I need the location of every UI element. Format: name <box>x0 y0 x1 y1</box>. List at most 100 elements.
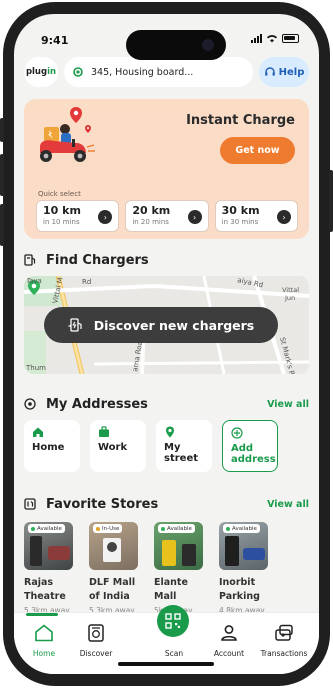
nav-label: Scan <box>164 649 184 658</box>
section-header: Find Chargers <box>24 250 309 270</box>
my-addresses-section: My Addresses View all <box>24 394 309 414</box>
badge-text: Available <box>232 525 257 532</box>
dynamic-island <box>126 30 226 60</box>
plugin-logo[interactable]: plug in <box>24 57 58 87</box>
favorite-stores-section: Favorite Stores View all <box>24 494 309 514</box>
view-all-addresses-link[interactable]: View all <box>267 399 309 410</box>
location-text: 345, Housing board... <box>91 66 194 78</box>
store-name: DLF Mall of India <box>89 577 136 602</box>
store-name: Rajas Theatre <box>24 577 66 602</box>
section-title: Find Chargers <box>46 252 149 268</box>
address-work[interactable]: Work <box>90 420 146 472</box>
badge-text: Available <box>167 525 192 532</box>
add-address-button[interactable]: Add address <box>222 420 278 472</box>
logo-text-suffix: in <box>47 67 57 77</box>
phone-side-button <box>0 204 4 246</box>
status-dot-icon <box>161 526 165 531</box>
app-header: plug in 345, Housing board... Help <box>24 56 309 88</box>
nav-label: Account <box>213 649 245 658</box>
section-title: Favorite Stores <box>46 496 159 512</box>
briefcase-icon <box>99 426 109 437</box>
status-icons <box>251 34 299 43</box>
home-icon <box>33 427 43 437</box>
nav-label: Transactions <box>260 649 308 658</box>
store-image: Available <box>154 522 203 570</box>
store-card[interactable]: Available Rajas Theatre 5.3km away <box>24 522 81 615</box>
pin-icon <box>166 426 174 438</box>
discover-label: Discover new chargers <box>93 317 255 333</box>
address-home[interactable]: Home <box>24 420 80 472</box>
status-dot-icon <box>226 526 230 531</box>
addresses-list: Home Work My street Add address <box>24 420 278 472</box>
status-dot-icon <box>96 526 100 531</box>
quick-select-label: Quick select <box>38 190 81 198</box>
favorite-stores-list: Available Rajas Theatre 5.3km away In-Us… <box>24 522 276 615</box>
store-image: Available <box>24 522 73 570</box>
qr-scan-icon <box>165 613 181 629</box>
status-badge: Available <box>28 524 65 533</box>
scan-button[interactable] <box>157 605 189 637</box>
store-card[interactable]: Available Inorbit Parking 4.8km away <box>219 522 276 615</box>
store-image: Available <box>219 522 268 570</box>
home-icon <box>35 624 53 642</box>
quick-select-option[interactable]: 30 km in 30 mins › <box>214 200 298 232</box>
store-charger-icon <box>24 498 36 510</box>
help-button[interactable]: Help <box>259 57 309 87</box>
store-card[interactable]: In-Use DLF Mall of India 5.3km away <box>89 522 146 615</box>
transactions-icon <box>275 624 293 641</box>
status-badge: Available <box>158 524 195 533</box>
scooter-delivery-icon <box>40 107 95 162</box>
nav-label: Home <box>32 649 56 658</box>
badge-text: In-Use <box>102 525 120 532</box>
nav-label: Discover <box>79 649 113 658</box>
chevron-right-icon: › <box>187 210 202 224</box>
address-my-street[interactable]: My street <box>156 420 212 472</box>
discover-icon <box>88 624 104 642</box>
home-indicator <box>118 662 214 666</box>
location-selector[interactable]: 345, Housing board... <box>64 57 253 87</box>
discover-chargers-button[interactable]: Discover new chargers <box>44 307 278 343</box>
section-title: My Addresses <box>46 396 148 412</box>
phone-side-button <box>0 118 4 142</box>
camera-icon <box>202 39 214 51</box>
phone-side-button <box>329 170 333 232</box>
store-name: Inorbit Parking <box>219 577 260 602</box>
headset-icon <box>264 67 275 76</box>
address-label: Work <box>98 442 128 453</box>
address-label: Home <box>32 442 65 453</box>
quick-select-option[interactable]: 10 km in 10 mins › <box>36 200 120 232</box>
charging-station-icon <box>24 254 36 266</box>
store-card[interactable]: Available Elante Mall 5km away <box>154 522 211 615</box>
location-target-icon <box>73 67 83 77</box>
address-label: Add address <box>231 443 276 465</box>
section-header: Favorite Stores View all <box>24 494 309 514</box>
store-name: Elante Mall <box>154 577 188 602</box>
status-dot-icon <box>31 526 35 531</box>
map-label: Thum <box>25 364 46 372</box>
section-header: My Addresses View all <box>24 394 309 414</box>
map-label: Jun <box>284 294 295 302</box>
map-label: Rd <box>82 278 91 286</box>
logo-text-prefix: plug <box>25 67 48 77</box>
quick-select-option[interactable]: 20 km in 20 mins › <box>125 200 209 232</box>
map-label: Tava <box>25 277 42 285</box>
help-label: Help <box>278 66 305 78</box>
signal-icon <box>251 34 262 43</box>
charging-station-icon <box>68 318 82 332</box>
location-pin-icon <box>24 398 36 410</box>
status-badge: Available <box>223 524 260 533</box>
get-now-button[interactable]: Get now <box>220 137 295 164</box>
status-badge: In-Use <box>93 524 123 533</box>
chargers-map[interactable]: Tava Vittal M Vittal Jun Rd aiya Rd ama … <box>24 276 309 374</box>
account-icon <box>221 625 237 641</box>
store-image: In-Use <box>89 522 138 570</box>
status-time: 9:41 <box>41 34 69 47</box>
instant-charge-card: Instant Charge Get now Quick select 10 k… <box>24 99 309 239</box>
battery-icon <box>282 34 299 43</box>
address-label: My street <box>164 442 199 464</box>
badge-text: Available <box>37 525 62 532</box>
phone-side-button <box>0 154 4 196</box>
view-all-stores-link[interactable]: View all <box>267 499 309 510</box>
active-indicator <box>26 613 58 616</box>
quick-select-options: 10 km in 10 mins › 20 km in 20 mins › 30… <box>36 200 298 232</box>
